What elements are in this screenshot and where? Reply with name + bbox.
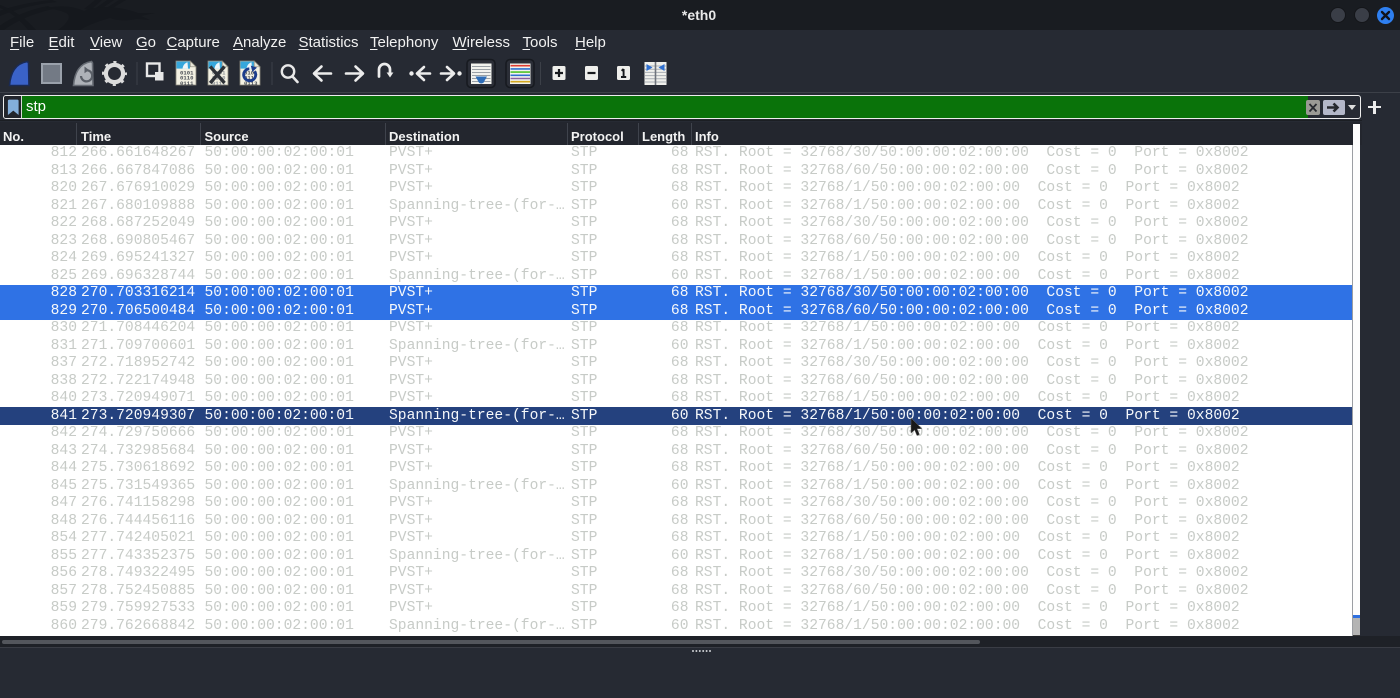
svg-text:0111: 0111 [180, 80, 194, 87]
